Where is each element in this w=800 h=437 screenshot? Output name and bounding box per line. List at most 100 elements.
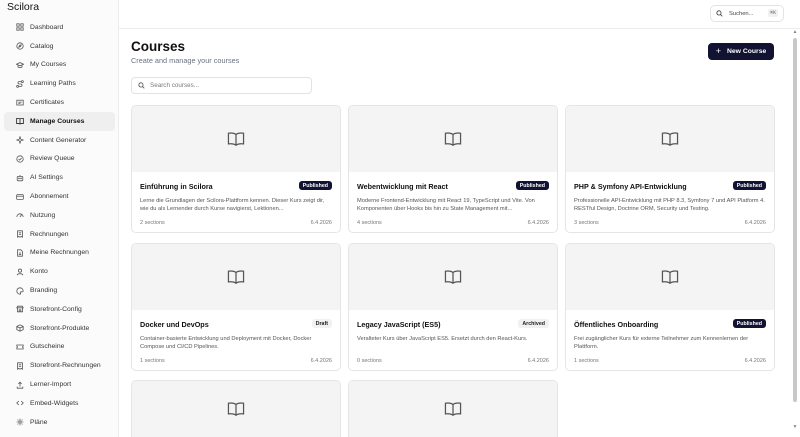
sidebar-item-label: Catalog	[30, 42, 54, 50]
bot-icon	[15, 173, 24, 182]
course-card[interactable]: PHP & Symfony API-Entwicklung Published …	[565, 105, 775, 233]
course-title: Legacy JavaScript (ES5)	[357, 320, 441, 329]
code-icon	[15, 399, 24, 408]
sidebar-item-lerner-import[interactable]: Lerner-Import	[4, 375, 115, 394]
course-card[interactable]	[131, 380, 341, 437]
page-subtitle: Create and manage your courses	[131, 56, 240, 65]
gauge-icon	[15, 211, 24, 220]
sidebar-item-content-generator[interactable]: Content Generator	[4, 131, 115, 150]
course-meta: 1 sections 6.4.2026	[574, 358, 766, 364]
course-title: PHP & Symfony API-Entwicklung	[574, 182, 687, 191]
scroll-up-arrow-icon[interactable]: ▲	[792, 30, 798, 35]
sidebar-item-manage-courses[interactable]: Manage Courses	[4, 111, 115, 131]
scrollbar[interactable]: ▲ ▼	[792, 30, 798, 430]
sidebar-item-storefront-produkte[interactable]: Storefront-Produkte	[4, 319, 115, 338]
course-date: 6.4.2026	[527, 358, 549, 364]
book-open-icon	[444, 270, 462, 284]
sidebar-item-label: Dashboard	[30, 23, 64, 31]
course-title: Docker und DevOps	[140, 320, 209, 329]
sidebar-item-label: Content Generator	[30, 136, 87, 144]
sidebar-item-label: Nutzung	[30, 211, 56, 219]
upload-icon	[15, 380, 24, 389]
scroll-down-arrow-icon[interactable]: ▼	[792, 425, 798, 430]
sidebar-item-rechnungen[interactable]: Rechnungen	[4, 225, 115, 244]
course-description: Lerne die Grundlagen der Scilora-Plattfo…	[140, 198, 325, 213]
sidebar-item-plaene[interactable]: Pläne	[4, 413, 115, 432]
credit-card-icon	[15, 192, 24, 201]
sidebar-item-label: Abonnement	[30, 193, 69, 201]
course-card[interactable]: Öffentliches Onboarding Published Frei z…	[565, 243, 775, 371]
section-count: 3 sections	[574, 220, 599, 226]
global-search-button[interactable]: Suchen... ⌘K	[710, 5, 784, 22]
store-icon	[15, 305, 24, 314]
sidebar-item-label: Pläne	[30, 418, 48, 426]
user-icon	[15, 267, 24, 276]
course-title: Öffentliches Onboarding	[574, 320, 659, 329]
plus-icon: +	[715, 46, 721, 56]
course-search-input[interactable]	[150, 82, 300, 89]
course-card[interactable]: Einführung in Scilora Published Lerne di…	[131, 105, 341, 233]
course-thumbnail	[132, 244, 340, 310]
palette-icon	[15, 286, 24, 295]
sidebar-item-certificates[interactable]: Certificates	[4, 93, 115, 112]
book-open-icon	[227, 270, 245, 284]
sidebar-item-label: Storefront-Config	[30, 305, 82, 313]
section-count: 2 sections	[140, 220, 165, 226]
sidebar-item-review-queue[interactable]: Review Queue	[4, 150, 115, 169]
course-meta: 3 sections 6.4.2026	[574, 220, 766, 226]
status-badge: Draft	[311, 319, 332, 328]
sidebar-item-label: Meine Rechnungen	[30, 249, 89, 257]
course-thumbnail	[349, 106, 557, 172]
receipt-icon	[15, 361, 24, 370]
sidebar-item-abonnement[interactable]: Abonnement	[4, 187, 115, 206]
course-card[interactable]: Webentwicklung mit React Published Moder…	[348, 105, 558, 233]
sidebar-item-ai-settings[interactable]: AI Settings	[4, 168, 115, 187]
course-thumbnail	[566, 106, 774, 172]
scrollbar-thumb[interactable]	[793, 38, 797, 402]
course-thumbnail	[566, 244, 774, 310]
course-date: 6.4.2026	[744, 358, 766, 364]
ticket-icon	[15, 342, 24, 351]
section-count: 0 sections	[357, 358, 382, 364]
compass-icon	[15, 42, 24, 51]
book-open-icon	[661, 270, 679, 284]
sidebar-item-learning-paths[interactable]: Learning Paths	[4, 74, 115, 93]
course-card[interactable]	[348, 380, 558, 437]
section-count: 1 sections	[574, 358, 599, 364]
sidebar-nav: Dashboard Catalog My Courses Learning Pa…	[0, 18, 118, 432]
course-card[interactable]: Docker und DevOps Draft Container-basier…	[131, 243, 341, 371]
new-course-button[interactable]: + New Course	[708, 43, 774, 60]
course-description: Frei zugänglicher Kurs für externe Teiln…	[574, 336, 749, 351]
book-open-icon	[661, 132, 679, 146]
sidebar-item-label: Manage Courses	[30, 117, 85, 125]
sidebar-item-catalog[interactable]: Catalog	[4, 37, 115, 56]
course-date: 6.4.2026	[310, 358, 332, 364]
sidebar-item-storefront-rechnungen[interactable]: Storefront-Rechnungen	[4, 356, 115, 375]
global-search-label: Suchen...	[729, 10, 754, 17]
course-thumbnail	[132, 106, 340, 172]
sidebar-item-meine-rechnungen[interactable]: Meine Rechnungen	[4, 244, 115, 263]
sidebar-item-branding[interactable]: Branding	[4, 281, 115, 300]
search-icon	[716, 10, 723, 17]
sidebar-item-konto[interactable]: Konto	[4, 262, 115, 281]
status-badge: Published	[298, 181, 332, 190]
sidebar-item-my-courses[interactable]: My Courses	[4, 56, 115, 75]
status-badge: Published	[732, 181, 766, 190]
course-meta: 0 sections 6.4.2026	[357, 358, 549, 364]
grid-icon	[15, 23, 24, 32]
course-thumbnail	[132, 381, 340, 437]
sidebar-item-label: Branding	[30, 287, 58, 295]
sidebar-item-nutzung[interactable]: Nutzung	[4, 206, 115, 225]
sidebar-item-gutscheine[interactable]: Gutscheine	[4, 338, 115, 357]
course-card[interactable]: Legacy JavaScript (ES5) Archived Veralte…	[348, 243, 558, 371]
graduation-cap-icon	[15, 60, 24, 69]
sidebar-item-embed-widgets[interactable]: Embed-Widgets	[4, 394, 115, 413]
sidebar-item-dashboard[interactable]: Dashboard	[4, 18, 115, 37]
section-count: 4 sections	[357, 220, 382, 226]
course-date: 6.4.2026	[310, 220, 332, 226]
sidebar-item-storefront-config[interactable]: Storefront-Config	[4, 300, 115, 319]
book-open-icon	[444, 132, 462, 146]
course-description: Container-basierte Entwicklung und Deplo…	[140, 336, 312, 351]
book-open-icon	[15, 117, 24, 126]
sidebar-item-label: Gutscheine	[30, 343, 65, 351]
